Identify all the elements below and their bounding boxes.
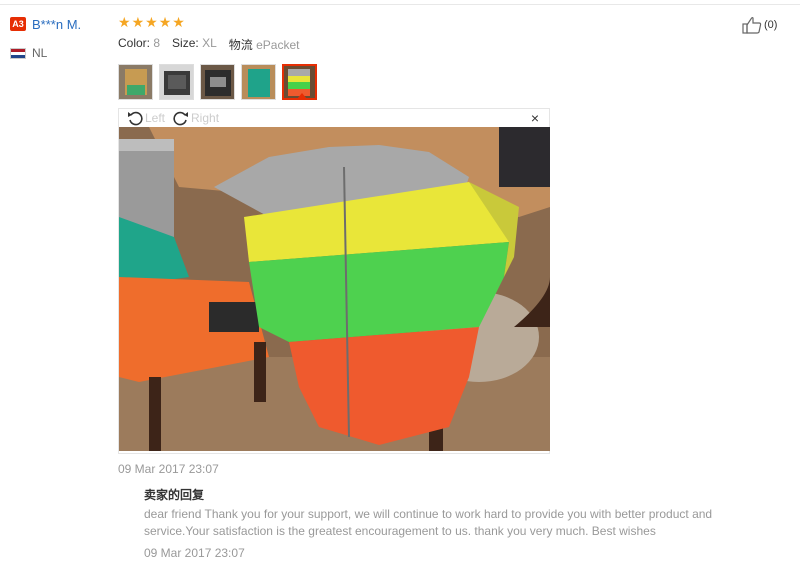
star-icon: ★ bbox=[131, 14, 145, 30]
helpful-count: (0) bbox=[764, 19, 778, 31]
buyer-country: NL bbox=[32, 46, 48, 60]
seller-reply-text: dear friend Thank you for your support, … bbox=[144, 507, 713, 538]
review-photo bbox=[119, 127, 550, 451]
buyer-level-badge: A3 bbox=[10, 17, 26, 31]
buyer-info: A3 B***n M. NL bbox=[10, 16, 110, 60]
photo-thumbnail[interactable] bbox=[200, 64, 235, 100]
seller-reply-title: 卖家的回复 bbox=[144, 488, 205, 502]
photo-thumbnail[interactable] bbox=[118, 64, 153, 100]
viewer-toolbar: Left Right × bbox=[119, 109, 549, 127]
attr-size: Size: XL bbox=[172, 36, 217, 50]
rotate-left-icon bbox=[128, 111, 143, 126]
order-attributes: Color: 8 Size: XL 物流 ePacket bbox=[118, 36, 311, 53]
buyer-name[interactable]: B***n M. bbox=[32, 17, 81, 32]
seller-reply-date: 09 Mar 2017 23:07 bbox=[144, 546, 245, 560]
thumbs-up-icon bbox=[742, 17, 762, 34]
rotate-right-icon bbox=[173, 111, 189, 126]
photo-thumbnail[interactable] bbox=[159, 64, 194, 100]
attr-color: Color: 8 bbox=[118, 36, 161, 50]
rotate-right-button[interactable]: Right bbox=[173, 110, 219, 126]
photo-thumbnail-active[interactable] bbox=[282, 64, 317, 100]
star-icon: ★ bbox=[158, 14, 172, 30]
rotate-left-button[interactable]: Left bbox=[127, 110, 165, 126]
review-date: 09 Mar 2017 23:07 bbox=[118, 462, 219, 476]
photo-viewer: Left Right × bbox=[118, 108, 550, 454]
helpful-button[interactable]: (0) bbox=[742, 16, 777, 34]
top-divider bbox=[0, 4, 800, 5]
close-viewer-button[interactable]: × bbox=[531, 110, 539, 126]
star-icon: ★ bbox=[145, 14, 158, 30]
photo-thumbnails bbox=[118, 64, 323, 100]
star-icon: ★ bbox=[172, 14, 185, 30]
active-caret-icon bbox=[297, 93, 307, 98]
star-rating: ★ ★ ★ ★ ★ bbox=[118, 15, 186, 29]
star-icon: ★ bbox=[118, 14, 131, 30]
netherlands-flag-icon bbox=[10, 47, 26, 59]
photo-thumbnail[interactable] bbox=[241, 64, 276, 100]
attr-shipping: 物流 ePacket bbox=[228, 38, 300, 52]
